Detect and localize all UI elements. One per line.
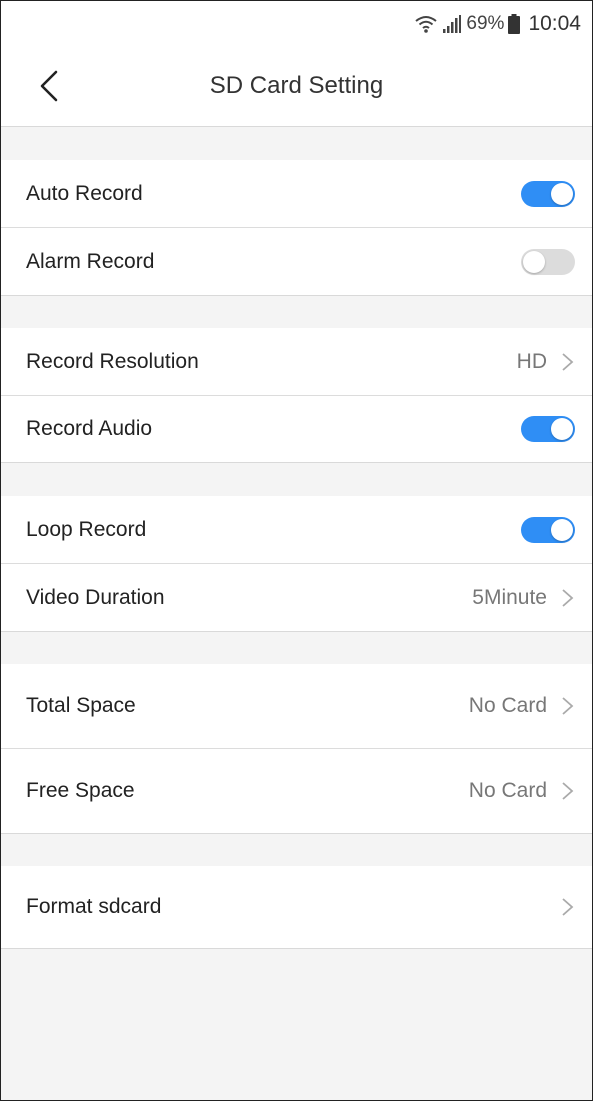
row-label: Alarm Record <box>26 249 155 273</box>
duration-value: 5Minute <box>472 585 547 609</box>
toggle-knob <box>551 418 573 440</box>
row-record-resolution[interactable]: Record Resolution HD <box>0 328 593 395</box>
row-label: Free Space <box>26 779 135 802</box>
settings-group-resolution-audio: Record Resolution HD Record Audio <box>0 328 593 463</box>
toggle-knob <box>551 518 573 541</box>
resolution-value: HD <box>516 349 547 373</box>
chevron-right-icon <box>562 697 574 715</box>
row-loop-record: Loop Record <box>0 496 593 563</box>
free-space-value: No Card <box>468 779 547 802</box>
alarm-record-toggle[interactable] <box>521 248 575 275</box>
total-space-value: No Card <box>468 694 547 717</box>
row-free-space[interactable]: Free Space No Card <box>0 748 593 833</box>
status-icons: 69% 10:04 <box>414 12 581 36</box>
page-title: SD Card Setting <box>209 72 384 99</box>
battery-percent: 69% <box>466 13 505 34</box>
row-label: Format sdcard <box>26 895 162 918</box>
row-label: Record Resolution <box>26 349 199 373</box>
battery-icon <box>508 14 521 34</box>
chevron-right-icon <box>562 898 574 916</box>
toggle-knob <box>551 182 573 205</box>
settings-group-storage: Total Space No Card Free Space No Card <box>0 664 593 834</box>
clock: 10:04 <box>528 12 581 35</box>
row-right <box>561 896 575 918</box>
row-video-duration[interactable]: Video Duration 5Minute <box>0 563 593 631</box>
toggle-knob <box>523 250 545 273</box>
settings-group-recording: Auto Record Alarm Record <box>0 160 593 296</box>
loop-record-toggle[interactable] <box>521 516 575 543</box>
row-alarm-record: Alarm Record <box>0 227 593 295</box>
row-record-audio: Record Audio <box>0 395 593 462</box>
auto-record-toggle[interactable] <box>521 180 575 207</box>
row-label: Auto Record <box>26 181 143 205</box>
row-right: No Card <box>469 694 575 718</box>
row-right: 5Minute <box>472 586 575 610</box>
chevron-right-icon <box>562 782 574 800</box>
chevron-right-icon <box>562 588 574 607</box>
row-auto-record: Auto Record <box>0 160 593 227</box>
row-label: Total Space <box>26 694 136 717</box>
row-label: Loop Record <box>26 517 147 541</box>
record-audio-toggle[interactable] <box>521 416 575 442</box>
row-label: Video Duration <box>26 585 165 609</box>
row-label: Record Audio <box>26 417 153 440</box>
row-right: HD <box>517 350 575 374</box>
settings-group-format: Format sdcard <box>0 866 593 949</box>
row-format-sdcard[interactable]: Format sdcard <box>0 866 593 948</box>
app-header: SD Card Setting <box>0 44 593 127</box>
row-right: No Card <box>469 779 575 803</box>
settings-group-loop: Loop Record Video Duration 5Minute <box>0 496 593 632</box>
wifi-icon <box>415 16 438 33</box>
chevron-right-icon <box>562 352 574 371</box>
status-bar: 69% 10:04 <box>0 0 593 44</box>
row-total-space[interactable]: Total Space No Card <box>0 664 593 748</box>
signal-icon <box>443 15 462 33</box>
